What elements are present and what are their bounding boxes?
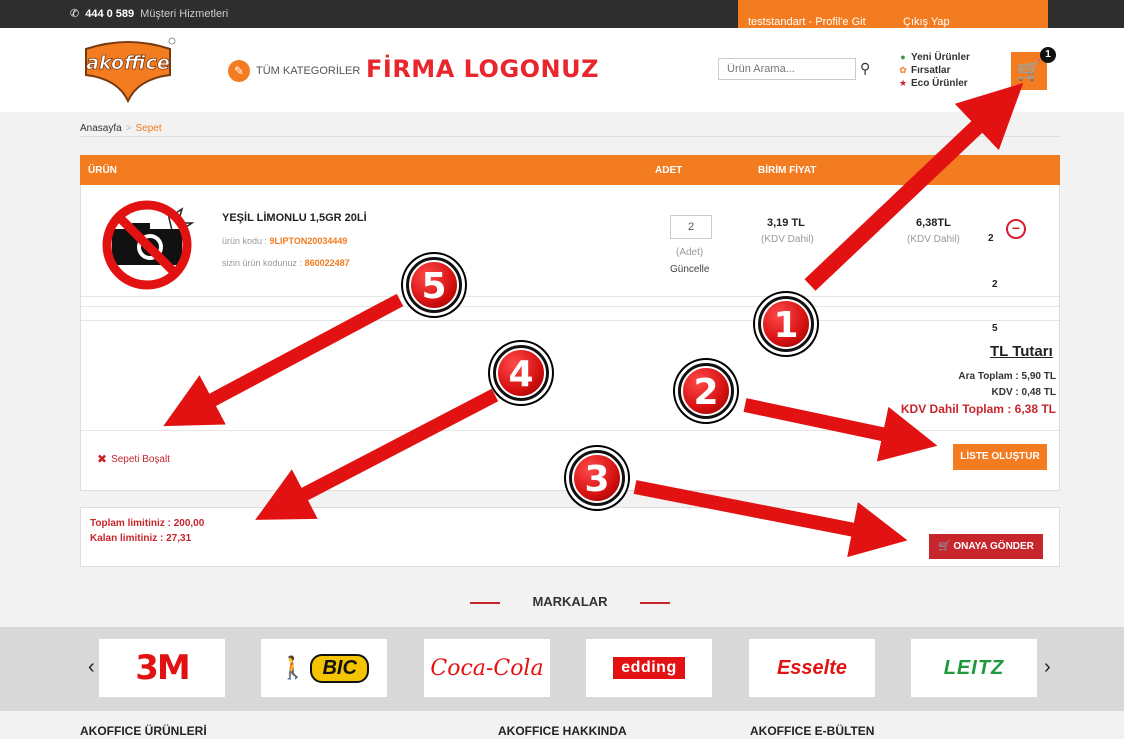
subtotal: Ara Toplam : 5,90 TL (958, 371, 1056, 382)
brand-esselte[interactable]: Esselte (749, 639, 875, 697)
quick-link-eco[interactable]: ★ Eco Ürünler (898, 77, 970, 90)
title-line (640, 602, 670, 604)
logout-link[interactable]: Çıkış Yap (903, 16, 950, 28)
chevron-left-icon[interactable]: ‹ (88, 656, 95, 679)
vat: KDV : 0,48 TL (991, 387, 1056, 398)
svg-text:akoffice: akoffice (86, 52, 170, 74)
breadcrumb-home[interactable]: Anasayfa (80, 123, 122, 134)
all-categories-menu[interactable]: ✎ TÜM KATEGORİLER (228, 60, 360, 82)
customer-service-link[interactable]: Müşteri Hizmetleri (140, 8, 228, 20)
total-limit: Toplam limitiniz : 200,00 (90, 518, 205, 529)
limit-panel (80, 507, 1060, 567)
quick-link-new[interactable]: ● Yeni Ürünler (898, 51, 970, 64)
line-total: 6,38TL (916, 217, 951, 229)
divider (81, 296, 1059, 297)
header-qty: ADET (655, 165, 683, 176)
marker-4: 4 (490, 342, 552, 404)
cart-panel (80, 155, 1060, 491)
brand-bic[interactable]: 🚶 BIC (261, 639, 387, 697)
phone-icon: ✆ (70, 8, 80, 20)
create-list-button[interactable]: LİSTE OLUŞTUR (953, 444, 1047, 470)
customer-product-code: sizin ürün kodunuz : 860022487 (222, 258, 350, 268)
quick-link-deals[interactable]: ✿ Fırsatlar (898, 64, 970, 77)
product-code: ürün kodu : 9LIPTON20034449 (222, 236, 348, 246)
footer-about-title: AKOFFICE HAKKINDA (498, 724, 627, 738)
count-value: 5 (992, 323, 998, 334)
quick-links: ● Yeni Ürünler ✿ Fırsatlar ★ Eco Ürünler (898, 51, 970, 90)
item-count: 2 (988, 233, 994, 244)
line-total-note: (KDV Dahil) (907, 234, 960, 245)
firm-logo-placeholder: FİRMA LOGONUZ (366, 55, 600, 83)
brand-3m[interactable]: 3M (99, 639, 225, 697)
cart-count-badge: 1 (1040, 47, 1056, 63)
cart-table-header: ÜRÜN ADET BİRİM FİYAT (80, 155, 1060, 185)
search-icon[interactable]: ⚲ (860, 60, 870, 77)
unit-price: 3,19 TL (767, 217, 805, 229)
update-quantity-link[interactable]: Güncelle (670, 264, 709, 275)
divider (81, 430, 1059, 431)
brand-leitz[interactable]: LEITZ (911, 639, 1037, 697)
marker-2: 2 (675, 360, 737, 422)
breadcrumb-current: Sepet (135, 123, 162, 134)
all-categories-label: TÜM KATEGORİLER (256, 65, 361, 77)
divider (81, 320, 1059, 321)
pencil-icon: ✎ (228, 60, 250, 82)
cart-icon: 🛒 (938, 541, 951, 552)
search-input[interactable] (718, 58, 856, 80)
leaf-icon: ● (900, 52, 906, 62)
quantity-unit: (Adet) (676, 247, 704, 258)
bic-boy-icon: 🚶 (279, 655, 307, 680)
grand-total: KDV Dahil Toplam : 6,38 TL (900, 402, 1056, 416)
breadcrumb: Anasayfa > Sepet (80, 123, 162, 134)
divider (81, 306, 1059, 307)
marker-5: 5 (403, 254, 465, 316)
header-unit-price: BİRİM FİYAT (758, 165, 817, 176)
akoffice-logo[interactable]: akoffice (78, 35, 178, 103)
divider (80, 136, 1060, 137)
no-image-icon (102, 200, 195, 290)
chevron-right-icon[interactable]: › (1044, 656, 1051, 679)
quantity-input[interactable]: 2 (670, 215, 712, 239)
remaining-limit: Kalan limitiniz : 27,31 (90, 533, 192, 544)
marker-3: 3 (566, 447, 628, 509)
product-name[interactable]: YEŞİL LİMONLU 1,5GR 20Lİ (222, 212, 367, 224)
header-product: ÜRÜN (88, 165, 117, 176)
empty-cart-button[interactable]: ✖ Sepeti Boşalt (97, 452, 170, 466)
brand-edding[interactable]: edding (586, 639, 712, 697)
gift-icon: ✿ (899, 65, 907, 75)
close-icon: ✖ (97, 452, 108, 466)
profile-link[interactable]: teststandart - Profil'e Git (748, 16, 866, 28)
marker-1: 1 (755, 293, 817, 355)
search-box: ⚲ (718, 58, 878, 80)
cart-icon: 🛒 (1016, 60, 1042, 82)
footer-products-title: AKOFFICE ÜRÜNLERİ (80, 724, 207, 738)
unit-price-note: (KDV Dahil) (761, 234, 814, 245)
footer-newsletter-title: AKOFFICE E-BÜLTEN (750, 724, 875, 738)
count-value: 2 (992, 279, 998, 290)
remove-item-icon[interactable]: − (1006, 219, 1026, 239)
send-for-approval-button[interactable]: 🛒 ONAYA GÖNDER (929, 534, 1043, 559)
phone-number: 444 0 589 (85, 7, 135, 20)
star-icon: ★ (898, 78, 908, 88)
summary-title: TL Tutarı (990, 343, 1053, 360)
phone-info[interactable]: ✆ 444 0 589 Müşteri Hizmetleri (70, 7, 228, 21)
brand-coca-cola[interactable]: Coca-Cola (424, 639, 550, 697)
